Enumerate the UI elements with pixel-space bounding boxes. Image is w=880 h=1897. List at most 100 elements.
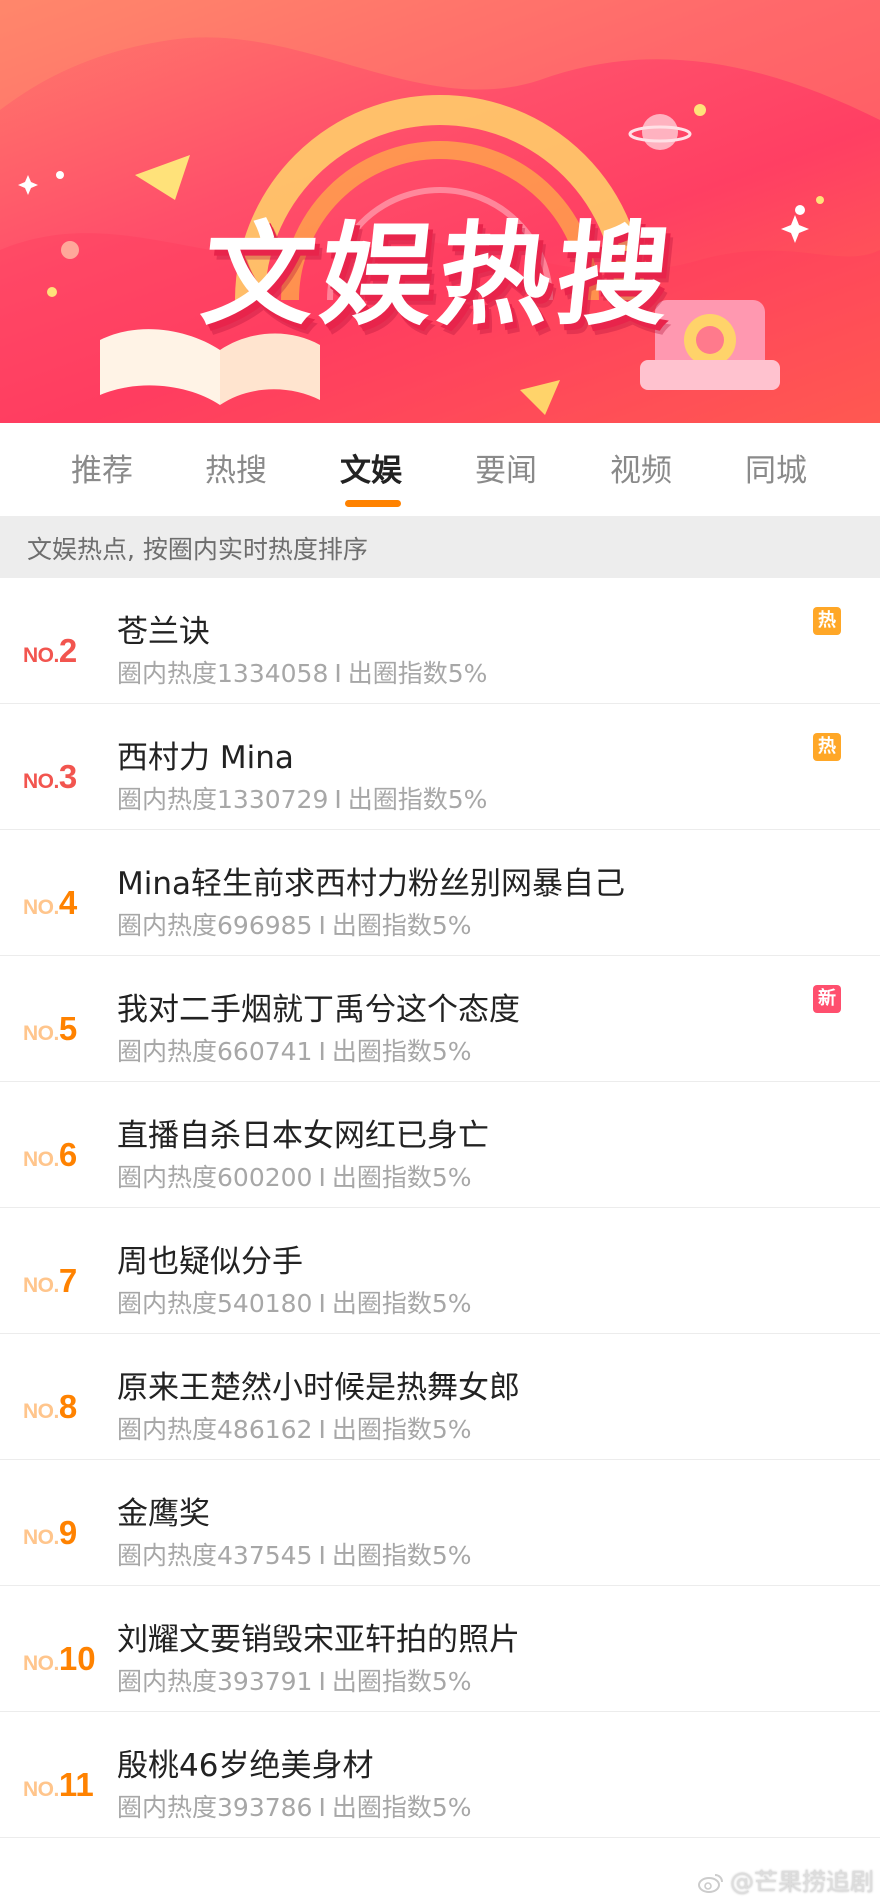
heat-value: 1334058 <box>217 659 329 688</box>
list-item[interactable]: NO.8 原来王楚然小时候是热舞女郎 圈内热度486162 I 出圈指数5% <box>0 1334 880 1460</box>
item-meta: 圈内热度540180 I 出圈指数5% <box>117 1284 472 1320</box>
rank-number: 6 <box>58 1136 78 1173</box>
meta-separator: I <box>318 1037 326 1066</box>
banner-title: 文娱热搜 <box>196 211 682 341</box>
item-meta: 圈内热度437545 I 出圈指数5% <box>117 1536 472 1572</box>
item-title[interactable]: 原来王楚然小时候是热舞女郎 <box>117 1362 520 1407</box>
rank-prefix: NO. <box>23 644 59 667</box>
tab-local[interactable]: 同城 <box>726 445 826 505</box>
meta-separator: I <box>318 1289 326 1318</box>
index-label: 出圈指数5% <box>331 1037 472 1066</box>
rank-prefix: NO. <box>23 1022 59 1045</box>
item-title[interactable]: 西村力 Mina <box>117 732 294 777</box>
index-label: 出圈指数5% <box>331 1415 472 1444</box>
index-label: 出圈指数5% <box>347 659 488 688</box>
list-item[interactable]: NO.11 殷桃46岁绝美身材 圈内热度393786 I 出圈指数5% <box>0 1712 880 1838</box>
rank-number: 11 <box>58 1766 94 1803</box>
rank-prefix: NO. <box>23 1526 59 1549</box>
heat-label: 圈内热度 <box>117 1289 218 1318</box>
item-title[interactable]: 苍兰诀 <box>117 606 210 651</box>
item-title[interactable]: 金鹰奖 <box>117 1488 210 1533</box>
list-item[interactable]: NO.3 西村力 Mina 圈内热度1330729 I 出圈指数5% 热 <box>0 704 880 830</box>
rank-label: NO.11 <box>23 1766 94 1816</box>
heat-label: 圈内热度 <box>117 1793 218 1822</box>
rank-prefix: NO. <box>23 770 59 793</box>
index-label: 出圈指数5% <box>331 1163 472 1192</box>
list-item[interactable]: NO.9 金鹰奖 圈内热度437545 I 出圈指数5% <box>0 1460 880 1586</box>
index-label: 出圈指数5% <box>331 1667 472 1696</box>
watermark-text: @芒果捞追剧 <box>730 1868 874 1896</box>
rank-label: NO.10 <box>23 1640 96 1690</box>
item-meta: 圈内热度486162 I 出圈指数5% <box>117 1410 472 1446</box>
watermark: @芒果捞追剧 <box>698 1862 874 1896</box>
rank-label: NO.4 <box>23 884 77 934</box>
heat-value: 696985 <box>217 911 313 940</box>
heat-value: 600200 <box>217 1163 313 1192</box>
rank-label: NO.7 <box>23 1262 77 1312</box>
index-label: 出圈指数5% <box>331 1541 472 1570</box>
rank-label: NO.6 <box>23 1136 77 1186</box>
list-item[interactable]: NO.6 直播自杀日本女网红已身亡 圈内热度600200 I 出圈指数5% <box>0 1082 880 1208</box>
rank-label: NO.3 <box>23 758 77 808</box>
rank-number: 3 <box>58 758 78 795</box>
rank-prefix: NO. <box>23 896 59 919</box>
item-meta: 圈内热度393791 I 出圈指数5% <box>117 1662 472 1698</box>
heat-value: 660741 <box>217 1037 313 1066</box>
weibo-icon <box>698 1874 723 1893</box>
item-meta: 圈内热度660741 I 出圈指数5% <box>117 1032 472 1068</box>
list-item[interactable]: NO.10 刘耀文要销毁宋亚轩拍的照片 圈内热度393791 I 出圈指数5% <box>0 1586 880 1712</box>
heat-value: 393786 <box>217 1793 313 1822</box>
index-label: 出圈指数5% <box>331 1793 472 1822</box>
tab-recommend[interactable]: 推荐 <box>52 445 152 505</box>
rank-prefix: NO. <box>23 1652 59 1675</box>
meta-separator: I <box>318 1415 326 1444</box>
rank-prefix: NO. <box>23 1148 59 1171</box>
hot-search-list: NO.2 苍兰诀 圈内热度1334058 I 出圈指数5% 热 NO.3 西村力 Mina 圈内… <box>0 578 880 1838</box>
rank-label: NO.5 <box>23 1010 77 1060</box>
tab-video[interactable]: 视频 <box>591 445 691 505</box>
tab-entertainment[interactable]: 文娱 <box>321 445 421 505</box>
rank-label: NO.8 <box>23 1388 77 1438</box>
heat-value: 1330729 <box>217 785 329 814</box>
item-title[interactable]: 直播自杀日本女网红已身亡 <box>117 1110 489 1155</box>
heat-value: 393791 <box>217 1667 313 1696</box>
heat-value: 486162 <box>217 1415 313 1444</box>
heat-label: 圈内热度 <box>117 1163 218 1192</box>
heat-label: 圈内热度 <box>117 659 218 688</box>
category-tabs: 推荐 热搜 文娱 要闻 视频 同城 <box>0 423 880 516</box>
heat-label: 圈内热度 <box>117 1541 218 1570</box>
index-label: 出圈指数5% <box>331 1289 472 1318</box>
list-item[interactable]: NO.4 Mina轻生前求西村力粉丝别网暴自己 圈内热度696985 I 出圈指数5% <box>0 830 880 956</box>
rank-prefix: NO. <box>23 1274 59 1297</box>
meta-separator: I <box>318 1667 326 1696</box>
section-subtitle-bar: 文娱热点, 按圈内实时热度排序 <box>0 516 880 578</box>
item-meta: 圈内热度696985 I 出圈指数5% <box>117 906 472 942</box>
list-item[interactable]: NO.5 我对二手烟就丁禹兮这个态度 圈内热度660741 I 出圈指数5% 新 <box>0 956 880 1082</box>
index-label: 出圈指数5% <box>331 911 472 940</box>
tab-hot-search[interactable]: 热搜 <box>186 445 286 505</box>
item-meta: 圈内热度600200 I 出圈指数5% <box>117 1158 472 1194</box>
heat-label: 圈内热度 <box>117 1667 218 1696</box>
index-label: 出圈指数5% <box>347 785 488 814</box>
rank-label: NO.2 <box>23 632 77 682</box>
item-title[interactable]: 周也疑似分手 <box>117 1236 303 1281</box>
rank-number: 9 <box>58 1514 78 1551</box>
item-title[interactable]: Mina轻生前求西村力粉丝别网暴自己 <box>117 858 625 903</box>
list-item[interactable]: NO.2 苍兰诀圈内热度1334058 I 出圈指数5% 热 <box>0 578 880 704</box>
item-meta: 圈内热度1330729 I 出圈指数5% <box>117 780 487 816</box>
tab-news[interactable]: 要闻 <box>456 445 556 505</box>
section-subtitle: 文娱热点, 按圈内实时热度排序 <box>27 535 368 564</box>
item-title[interactable]: 殷桃46岁绝美身材 <box>117 1740 373 1785</box>
meta-separator: I <box>318 911 326 940</box>
meta-separator: I <box>318 1541 326 1570</box>
item-meta: 圈内热度393786 I 出圈指数5% <box>117 1788 472 1824</box>
rank-prefix: NO. <box>23 1400 59 1423</box>
meta-separator: I <box>334 659 342 688</box>
heat-label: 圈内热度 <box>117 911 218 940</box>
rank-label: NO.9 <box>23 1514 77 1564</box>
rank-number: 2 <box>58 632 78 669</box>
item-title[interactable]: 刘耀文要销毁宋亚轩拍的照片 <box>117 1614 520 1659</box>
hot-badge: 热 <box>813 607 841 635</box>
list-item[interactable]: NO.7 周也疑似分手 圈内热度540180 I 出圈指数5% <box>0 1208 880 1334</box>
item-title[interactable]: 我对二手烟就丁禹兮这个态度 <box>117 984 520 1029</box>
